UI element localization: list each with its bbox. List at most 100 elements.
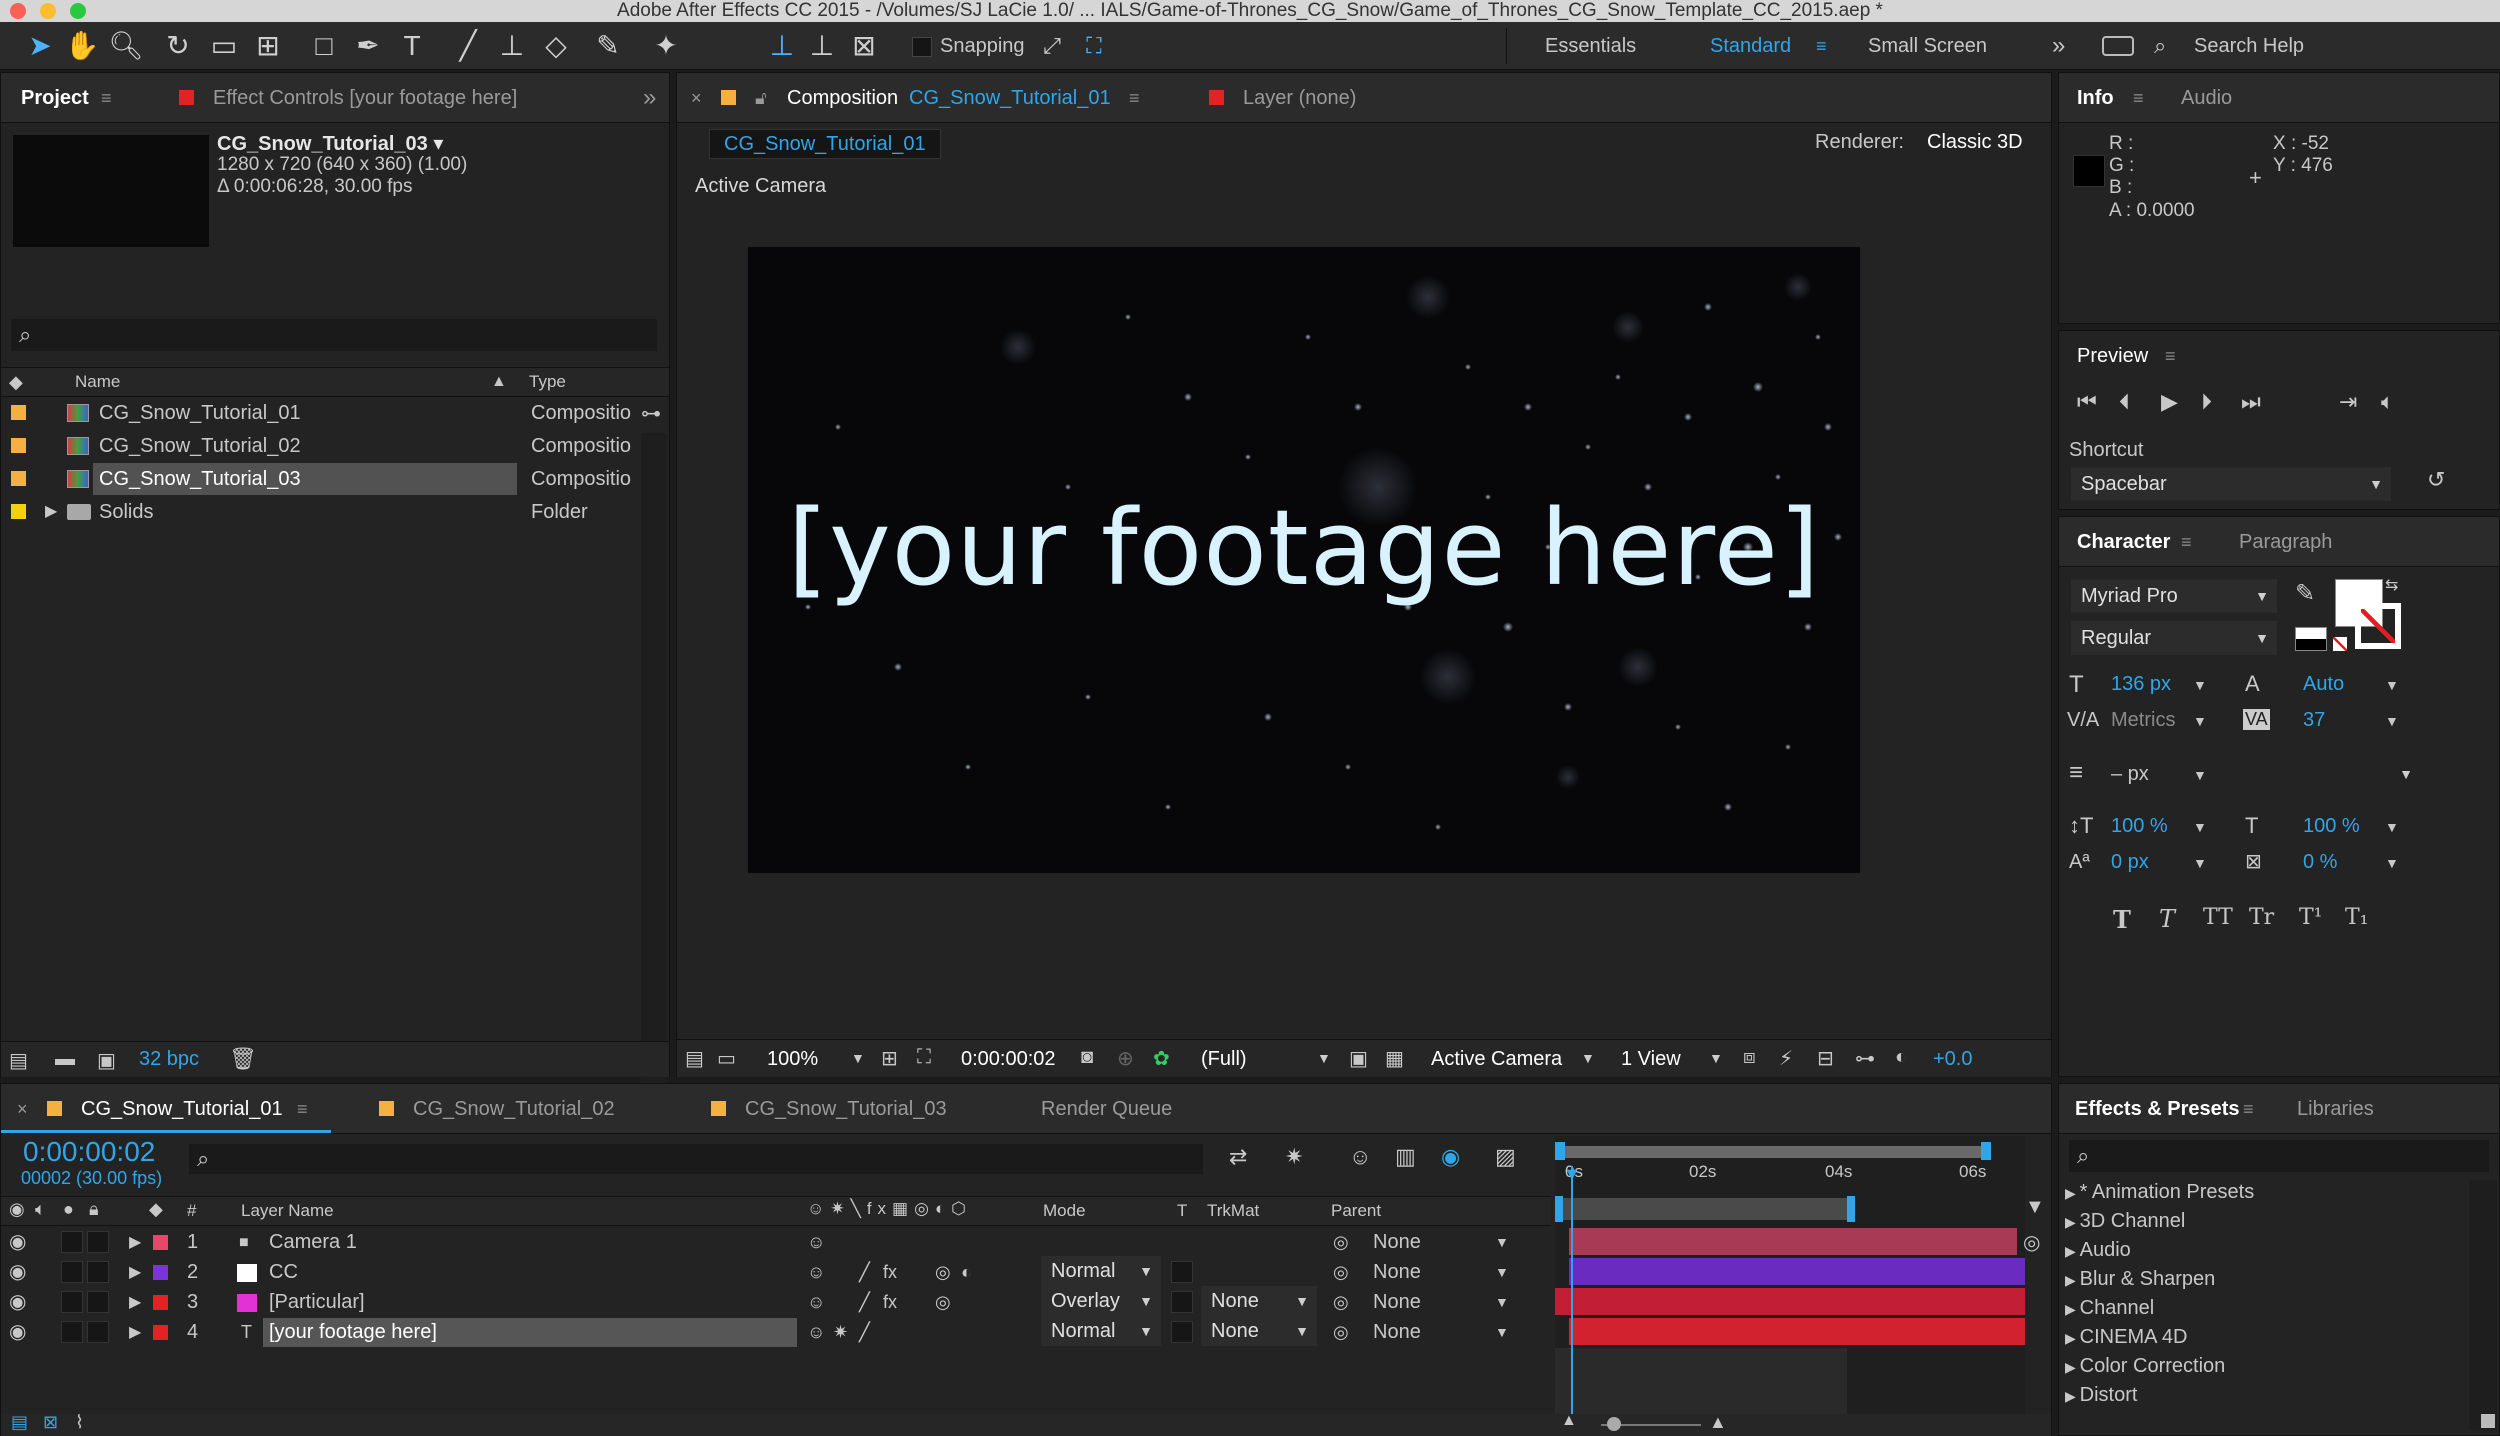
new-preset-icon[interactable] bbox=[2481, 1414, 2495, 1428]
lock-box[interactable] bbox=[87, 1231, 109, 1253]
comp-button-icon[interactable]: ▼ bbox=[2025, 1196, 2045, 1219]
pen-tool-icon[interactable]: ✒ bbox=[350, 28, 386, 64]
vertical-scale-arrow-icon[interactable]: ▼ bbox=[2193, 819, 2207, 835]
shy-switch-icon[interactable]: ☺ bbox=[807, 1228, 825, 1257]
subscript-button[interactable]: T₁ bbox=[2345, 905, 2369, 930]
layer-bar-cc[interactable] bbox=[1569, 1258, 2025, 1285]
blend-mode-dropdown[interactable]: Normal ▼ bbox=[1041, 1256, 1161, 1286]
vertical-scale-value[interactable]: 100 % bbox=[2111, 815, 2168, 838]
expand-layer-icon[interactable]: ▶ bbox=[129, 1258, 141, 1287]
expand-layer-icon[interactable]: ▶ bbox=[129, 1228, 141, 1257]
tab-character[interactable]: Character bbox=[2077, 517, 2170, 567]
loop-icon[interactable]: ⇥ bbox=[2339, 389, 2357, 415]
kerning-value[interactable]: Metrics bbox=[2111, 709, 2175, 732]
leading-arrow-icon[interactable]: ▼ bbox=[2385, 677, 2399, 693]
baseline-shift-value[interactable]: 0 px bbox=[2111, 851, 2149, 874]
work-area-bar[interactable] bbox=[1559, 1146, 1987, 1158]
selection-tool-icon[interactable]: ➤ bbox=[22, 28, 58, 64]
playhead-handle-icon[interactable]: ▼ bbox=[1563, 1164, 1581, 1185]
lock-icon[interactable]: 🔓︎ bbox=[755, 73, 767, 123]
layer-label-swatch[interactable] bbox=[153, 1325, 168, 1340]
parent-pickwhip-icon[interactable]: ◎ bbox=[1333, 1228, 1349, 1257]
info-menu-icon[interactable]: ≡ bbox=[2133, 73, 2144, 123]
play-icon[interactable]: ▶ bbox=[2161, 389, 2178, 415]
blend-mode-dropdown[interactable]: Overlay ▼ bbox=[1041, 1286, 1161, 1316]
quality-switch-icon[interactable]: ╱ bbox=[859, 1318, 870, 1347]
project-item-selected[interactable]: CG_Snow_Tutorial_03 Compositio bbox=[1, 463, 641, 495]
video-switch-icon[interactable]: ◉ bbox=[9, 1199, 25, 1220]
faux-bold-button[interactable]: T bbox=[2113, 905, 2131, 934]
tab-audio[interactable]: Audio bbox=[2181, 73, 2232, 123]
mask-visibility-icon[interactable]: ⛶ bbox=[917, 1046, 931, 1069]
primary-viewer-icon[interactable]: ▭ bbox=[717, 1046, 736, 1071]
transparency-grid-icon[interactable]: ▦ bbox=[1385, 1046, 1404, 1071]
timeline-tab-comp-03[interactable]: CG_Snow_Tutorial_03 bbox=[745, 1084, 947, 1134]
mute-audio-icon[interactable]: 🔈︎ bbox=[2381, 389, 2394, 415]
render-range-bar[interactable] bbox=[1559, 1198, 1849, 1220]
always-preview-icon[interactable]: ▤ bbox=[685, 1046, 704, 1071]
workspace-small-screen[interactable]: Small Screen bbox=[1868, 22, 1987, 70]
timeline-tab-comp-02[interactable]: CG_Snow_Tutorial_02 bbox=[413, 1084, 615, 1134]
project-item[interactable]: ▶ Solids Folder bbox=[1, 496, 641, 528]
effect-category[interactable]: ▶ Blur & Sharpen bbox=[2065, 1265, 2215, 1294]
tab-paragraph[interactable]: Paragraph bbox=[2239, 517, 2332, 567]
layer-row[interactable]: ◉ ▶ 1 ■ Camera 1 ☺ ◎ None ▼ bbox=[1, 1228, 1551, 1257]
motion-blur-icon[interactable]: ◉ bbox=[1441, 1144, 1460, 1170]
parent-pickwhip-icon[interactable]: ◎ bbox=[1333, 1288, 1349, 1317]
horizontal-scale-arrow-icon[interactable]: ▼ bbox=[2385, 819, 2399, 835]
blend-mode-dropdown[interactable]: Normal ▼ bbox=[1041, 1316, 1161, 1346]
current-time-display[interactable]: 0:00:00:02 bbox=[961, 1048, 1056, 1071]
next-frame-icon[interactable]: ⏵︎ bbox=[2201, 389, 2212, 415]
comp-name-button[interactable]: CG_Snow_Tutorial_01 bbox=[709, 129, 941, 159]
track-matte-dropdown[interactable]: None ▼ bbox=[1201, 1316, 1317, 1346]
selected-item-name[interactable]: CG_Snow_Tutorial_03 ▾ bbox=[217, 131, 443, 156]
zoom-dropdown-arrow-icon[interactable]: ▼ bbox=[851, 1050, 865, 1066]
preserve-transparency-box[interactable] bbox=[1171, 1291, 1193, 1313]
snapping-checkbox[interactable] bbox=[912, 37, 932, 57]
timeline-tab-comp-01[interactable]: CG_Snow_Tutorial_01 bbox=[81, 1084, 283, 1134]
last-frame-icon[interactable]: ⏭ bbox=[2241, 389, 2261, 415]
effects-scrollbar[interactable] bbox=[2469, 1180, 2497, 1430]
comp-viewer-canvas[interactable]: [your footage here] bbox=[748, 247, 1860, 873]
exposure-value[interactable]: +0.0 bbox=[1933, 1048, 1972, 1071]
quality-switch-icon[interactable]: ╱ bbox=[859, 1258, 870, 1287]
font-size-arrow-icon[interactable]: ▼ bbox=[2193, 677, 2207, 693]
stroke-width-value[interactable]: – px bbox=[2111, 763, 2149, 786]
rotate-tool-icon[interactable]: ↻ bbox=[160, 28, 196, 64]
layer-bar-camera[interactable] bbox=[1569, 1228, 2017, 1255]
reset-exposure-icon[interactable]: ◐ bbox=[1895, 1046, 1907, 1069]
snap-edges-icon[interactable]: ⤢ bbox=[1034, 28, 1070, 64]
search-help-icon[interactable]: ⌕ bbox=[2154, 22, 2166, 70]
toggle-pixel-aspect-icon[interactable]: ⧈ bbox=[1743, 1046, 1756, 1069]
stroke-order-dropdown[interactable]: ▼ bbox=[2211, 757, 2421, 791]
lock-switch-icon[interactable]: 🔒︎ bbox=[89, 1199, 99, 1220]
tsume-arrow-icon[interactable]: ▼ bbox=[2385, 855, 2399, 871]
effect-category[interactable]: ▶ Color Correction bbox=[2065, 1352, 2225, 1381]
safe-margins-icon[interactable]: ⊞ bbox=[881, 1046, 898, 1071]
shortcut-dropdown[interactable]: Spacebar ▼ bbox=[2071, 467, 2391, 501]
parent-arrow-icon[interactable]: ▼ bbox=[1495, 1258, 1509, 1287]
effect-category[interactable]: ▶ * Animation Presets bbox=[2065, 1178, 2254, 1207]
camera-view-dropdown-arrow-icon[interactable]: ▼ bbox=[1581, 1050, 1595, 1066]
close-timeline-tab-icon[interactable]: × bbox=[17, 1084, 28, 1134]
pan-behind-tool-icon[interactable]: ⊞ bbox=[250, 28, 286, 64]
no-fill-swatch[interactable] bbox=[2333, 637, 2347, 651]
show-snapshot-icon[interactable]: ⊕ bbox=[1117, 1046, 1134, 1071]
eyedropper-icon[interactable]: ✎ bbox=[2295, 579, 2315, 608]
black-white-swatch[interactable] bbox=[2295, 627, 2327, 651]
layer-bar-particular[interactable] bbox=[1555, 1288, 2025, 1315]
layer-name[interactable]: Camera 1 bbox=[269, 1228, 357, 1257]
parent-value[interactable]: None bbox=[1373, 1288, 1421, 1317]
view-axis-icon[interactable]: ⊠ bbox=[846, 28, 882, 64]
layer-row[interactable]: ◉ ▶ 3 [Particular] ☺ ╱ fx ◎ Overlay ▼ No… bbox=[1, 1286, 1551, 1317]
lock-box[interactable] bbox=[87, 1291, 109, 1313]
frame-blending-icon[interactable]: ▥ bbox=[1395, 1144, 1416, 1170]
font-style-dropdown[interactable]: Regular ▼ bbox=[2071, 621, 2277, 655]
previous-frame-icon[interactable]: ⏴︎ bbox=[2119, 389, 2130, 415]
shy-switch-icon[interactable]: ☺ bbox=[807, 1318, 825, 1347]
range-end-handle[interactable] bbox=[1847, 1196, 1855, 1222]
zoom-dropdown[interactable]: 100% bbox=[767, 1048, 818, 1071]
roto-brush-tool-icon[interactable]: ✎ bbox=[590, 28, 626, 64]
layer-label-swatch[interactable] bbox=[153, 1295, 168, 1310]
tab-effect-controls[interactable]: Effect Controls [your footage here] bbox=[213, 73, 517, 123]
